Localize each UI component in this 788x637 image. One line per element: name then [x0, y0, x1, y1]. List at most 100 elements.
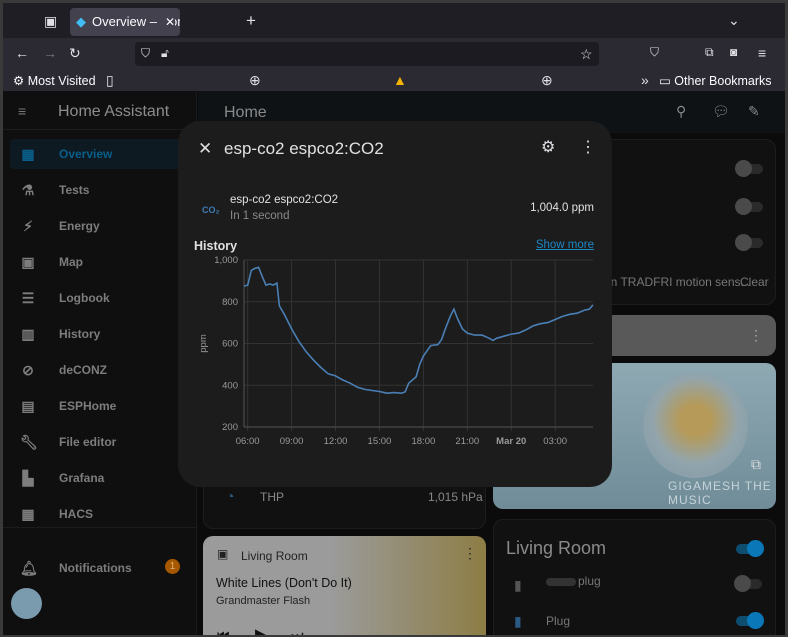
more-bookmarks-chevron-icon[interactable]: » — [641, 73, 649, 87]
gear-icon[interactable]: ⚙ — [541, 140, 555, 156]
sidebar-item-overview[interactable]: ▦ Overview — [10, 139, 190, 169]
speaker-icon: ▣ — [217, 547, 229, 561]
shield-icon[interactable]: ⛉ — [141, 47, 150, 59]
living-room-toggle[interactable] — [736, 540, 764, 557]
home-assistant-favicon-icon: ◆ — [76, 14, 86, 29]
sidebar-item-label: ESPHome — [59, 399, 117, 413]
media-track: White Lines (Don't Do It) — [216, 576, 352, 590]
y-tick-label: 200 — [222, 422, 238, 433]
more-vert-icon[interactable]: ⋮ — [463, 546, 477, 560]
assist-icon[interactable]: 💬︎ — [712, 104, 730, 118]
sensor-label: THP — [260, 490, 284, 504]
sidebar-item-esphome[interactable]: ▤ ESPHome — [10, 391, 190, 421]
list-tabs-chevron-icon[interactable]: ⌄ — [728, 13, 740, 27]
gauge-icon: ◔ — [226, 488, 235, 504]
more-vert-icon[interactable]: ⋮ — [580, 140, 596, 156]
sidebar-item-hacs[interactable]: ▦ HACS — [10, 499, 190, 529]
sidebar-item-grafana[interactable]: ▙ Grafana — [10, 463, 190, 493]
y-tick-label: 400 — [222, 380, 238, 391]
sidebar-item-deconz[interactable]: ⊘ deCONZ — [10, 355, 190, 385]
sidebar-item-label: File editor — [59, 435, 117, 449]
y-tick-label: 600 — [222, 339, 238, 350]
extensions-icon[interactable]: ⧉ — [705, 46, 714, 58]
forward-icon[interactable]: → — [43, 46, 57, 60]
sidebar-item-label: HACS — [59, 507, 94, 521]
edit-pencil-icon[interactable]: ✎ — [748, 104, 760, 118]
next-track-icon[interactable]: ⏭︎ — [291, 628, 304, 635]
pocket-icon[interactable]: ⛉ — [650, 46, 659, 58]
other-bookmarks[interactable]: ▭ Other Bookmarks — [659, 73, 772, 88]
chart-box-icon: ▥ — [21, 326, 35, 342]
bell-icon: 🔔︎ — [20, 560, 38, 576]
sidebar-item-label: Energy — [59, 219, 100, 233]
x-tick-label: 03:00 — [543, 436, 567, 447]
back-icon[interactable]: ← — [15, 46, 29, 60]
insecure-lock-icon[interactable]: 🔓︎ — [161, 47, 169, 59]
list-icon: ☰ — [21, 290, 35, 306]
plug-toggle[interactable] — [736, 612, 764, 629]
close-icon[interactable]: ✕ — [198, 140, 212, 157]
menu-icon[interactable]: ≡ — [758, 46, 766, 60]
show-more-link[interactable]: Show more — [536, 239, 594, 251]
google-drive-bookmark-icon[interactable]: ▲ — [393, 73, 407, 87]
plug-toggle[interactable] — [734, 575, 762, 592]
close-tab-icon[interactable]: ✕ — [160, 8, 175, 36]
sidebar: ≡ Home Assistant ▦ Overview ⚗ Tests ⚡︎ Energy… — [3, 91, 197, 635]
browser-tab[interactable]: ◆ Overview – Home Assistant ✕ — [70, 8, 180, 36]
clear-button[interactable]: Clear — [740, 275, 769, 289]
sidebar-item-tests[interactable]: ⚗ Tests — [10, 175, 190, 205]
x-tick-label: 21:00 — [455, 436, 479, 447]
tab-overview-icon[interactable]: ▣ — [44, 14, 57, 28]
avatar[interactable] — [11, 588, 42, 619]
wrench-icon: 🔧︎ — [20, 434, 38, 450]
x-tick-label: 15:00 — [368, 436, 392, 447]
y-axis-label: ppm — [198, 334, 209, 353]
globe-bookmark-icon[interactable]: ⊕ — [541, 73, 553, 87]
sidebar-item-map[interactable]: ▣ Map — [10, 247, 190, 277]
more-info-dialog: ✕ esp-co2 espco2:CO2 ⚙ ⋮ CO₂ esp-co2 esp… — [178, 121, 612, 487]
sidebar-item-file-editor[interactable]: 🔧︎ File editor — [10, 427, 190, 457]
bookmarks-bar: ⚙ Most Visited ▯ ⊕ ▲ ⊕ » ▭ Other Bookmar… — [3, 69, 785, 91]
url-bar[interactable]: ⛉ 🔓︎ ☆ — [135, 42, 599, 66]
other-bookmarks-label: Other Bookmarks — [674, 74, 772, 88]
file-bookmark-icon[interactable]: ▯ — [106, 73, 114, 87]
toggle[interactable] — [735, 234, 763, 251]
bitwarden-icon[interactable]: ◙ — [730, 46, 737, 58]
logbook-entry: en TRADFRI motion sens... — [604, 275, 751, 289]
tab-bar: ▣ ◆ Overview – Home Assistant ✕ + ⌄ — [3, 3, 785, 38]
album-art-text: GIGAMESH THE MUSIC — [668, 479, 772, 507]
search-icon[interactable]: ⚲ — [676, 104, 686, 118]
entity-name: esp-co2 espco2:CO2 — [230, 194, 339, 206]
x-tick-label: 09:00 — [280, 436, 304, 447]
history-chart[interactable]: 200 400 600 800 1,000 06:00 09:00 12:00 15:00 18:… — [178, 251, 612, 461]
more-vert-icon[interactable]: ⋮ — [749, 328, 763, 342]
media-browse-icon[interactable]: ⧉ — [751, 457, 761, 471]
menu-collapse-icon[interactable]: ≡ — [18, 104, 26, 118]
bookmark-star-icon[interactable]: ☆ — [580, 47, 593, 61]
media-room: Living Room — [241, 549, 308, 563]
living-room-card: Living Room ▮ plug ▮ Plug — [493, 519, 776, 635]
browser-window: ▣ ◆ Overview – Home Assistant ✕ + ⌄ ← → … — [3, 3, 785, 635]
bookmark-most-visited[interactable]: ⚙ Most Visited — [13, 73, 96, 88]
notification-badge: 1 — [165, 559, 180, 574]
sidebar-item-notifications[interactable]: 🔔︎ Notifications 1 — [10, 553, 190, 583]
test-tube-icon: ⚗ — [21, 182, 35, 198]
sidebar-item-label: Notifications — [59, 561, 132, 575]
sidebar-item-label: Grafana — [59, 471, 105, 485]
reload-icon[interactable]: ↻ — [69, 46, 81, 60]
toggle[interactable] — [735, 198, 763, 215]
sidebar-item-label: Logbook — [59, 291, 110, 305]
dashboard-icon: ▦ — [21, 146, 35, 162]
entity-label: Plug — [546, 614, 571, 628]
play-icon[interactable]: ▶︎ — [255, 626, 269, 635]
y-tick-label: 1,000 — [214, 255, 238, 266]
sidebar-item-logbook[interactable]: ☰ Logbook — [10, 283, 190, 313]
sensor-value: 1,015 hPa — [428, 490, 483, 504]
sidebar-item-history[interactable]: ▥ History — [10, 319, 190, 349]
sidebar-item-label: deCONZ — [59, 363, 107, 377]
toggle[interactable] — [735, 160, 763, 177]
sidebar-item-energy[interactable]: ⚡︎ Energy — [10, 211, 190, 241]
new-tab-button[interactable]: + — [246, 12, 256, 29]
previous-track-icon[interactable]: ⏮︎ — [217, 628, 230, 635]
globe-bookmark-icon[interactable]: ⊕ — [249, 73, 261, 87]
